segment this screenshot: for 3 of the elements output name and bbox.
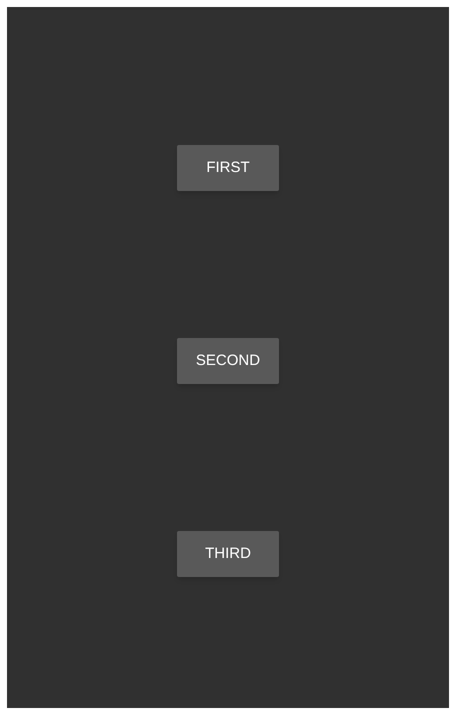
action-button[interactable]: SECOND	[177, 338, 279, 384]
action-button[interactable]: FIRST	[177, 145, 279, 191]
action-button[interactable]: THIRD	[177, 531, 279, 577]
